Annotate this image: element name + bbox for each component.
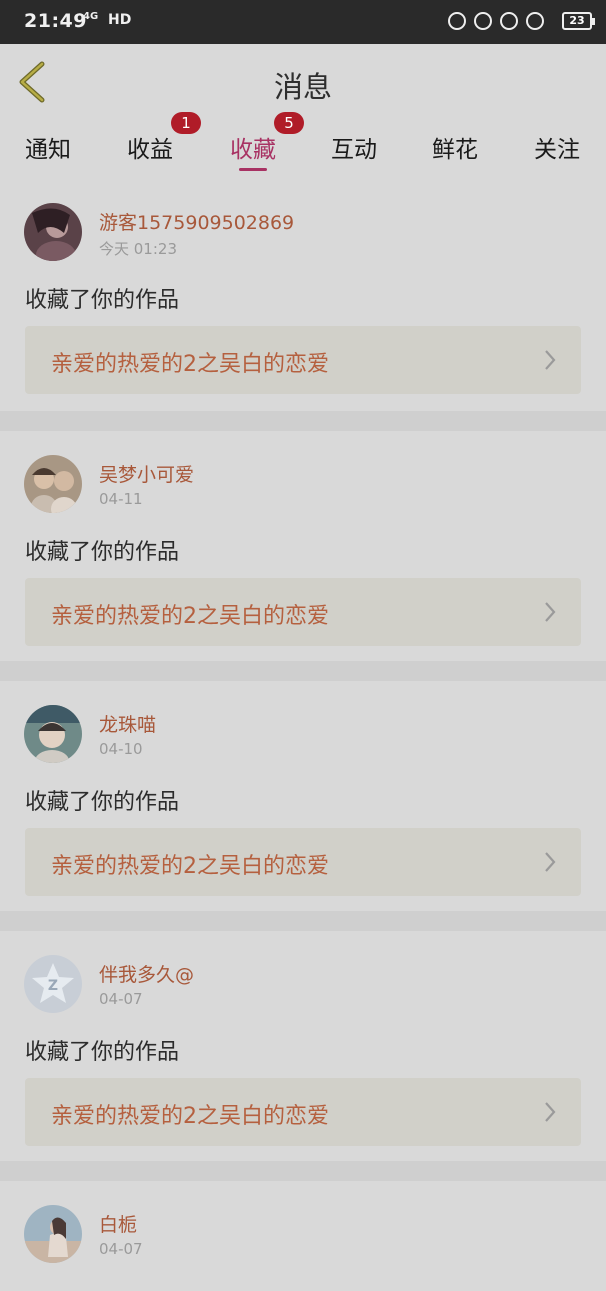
action-text: 收藏了你的作品 — [25, 540, 180, 565]
tab-favorites[interactable]: 收藏 5 — [230, 112, 304, 171]
chevron-right-icon — [545, 1102, 556, 1122]
active-tab-indicator — [239, 168, 267, 171]
message-list: 游客1575909502869 今天 01:23 收藏了你的作品 亲爱的热爱的2… — [0, 178, 606, 1291]
list-item[interactable]: 吴梦小可爱 04-11 收藏了你的作品 亲爱的热爱的2之吴白的恋爱 — [0, 431, 606, 681]
status-bar: 21:49 4G HD 23 — [0, 0, 606, 44]
chevron-right-icon — [545, 602, 556, 622]
work-title: 亲爱的热爱的2之吴白的恋爱 — [51, 1104, 329, 1129]
avatar-child-icon — [24, 705, 82, 763]
work-card[interactable]: 亲爱的热爱的2之吴白的恋爱 — [25, 1078, 581, 1146]
tab-label: 鲜花 — [432, 137, 478, 163]
action-text: 收藏了你的作品 — [25, 288, 180, 313]
battery-level: 23 — [569, 14, 585, 27]
nav-bar: 消息 — [0, 44, 606, 119]
status-icons — [448, 12, 544, 30]
list-item[interactable]: 龙珠喵 04-10 收藏了你的作品 亲爱的热爱的2之吴白的恋爱 — [0, 681, 606, 931]
tab-flowers[interactable]: 鲜花 — [432, 130, 478, 164]
unread-badge: 5 — [274, 112, 304, 134]
action-text: 收藏了你的作品 — [25, 1040, 180, 1065]
status-time: 21:49 — [24, 10, 87, 32]
username[interactable]: 龙珠喵 — [99, 710, 156, 737]
tab-bar: 通知 收益 1 收藏 5 互动 鲜花 关注 — [0, 112, 606, 178]
avatar[interactable] — [24, 203, 82, 261]
chevron-right-icon — [545, 852, 556, 872]
work-title: 亲爱的热爱的2之吴白的恋爱 — [51, 604, 329, 629]
avatar-girl-sky-icon — [24, 1205, 82, 1263]
vibrate-icon — [474, 12, 492, 30]
username[interactable]: 吴梦小可爱 — [99, 460, 194, 487]
svg-text:Z: Z — [48, 978, 58, 994]
lock-icon — [500, 12, 518, 30]
avatar[interactable]: Z — [24, 955, 82, 1013]
network-icon: 4G — [83, 11, 98, 22]
avatar-two-people-icon — [24, 455, 82, 513]
list-item[interactable]: Z 伴我多久@ 04-07 收藏了你的作品 亲爱的热爱的2之吴白的恋爱 — [0, 931, 606, 1181]
tab-label: 互动 — [331, 137, 377, 163]
work-card[interactable]: 亲爱的热爱的2之吴白的恋爱 — [25, 326, 581, 394]
tab-label: 收藏 — [230, 137, 276, 163]
action-text: 收藏了你的作品 — [25, 790, 180, 815]
avatar-dark-portrait-icon — [24, 203, 82, 261]
tab-interactions[interactable]: 互动 — [331, 130, 377, 164]
avatar[interactable] — [24, 705, 82, 763]
tab-earnings[interactable]: 收益 1 — [127, 112, 201, 164]
work-card[interactable]: 亲爱的热爱的2之吴白的恋爱 — [25, 828, 581, 896]
timestamp: 04-10 — [99, 740, 143, 758]
list-item[interactable]: 游客1575909502869 今天 01:23 收藏了你的作品 亲爱的热爱的2… — [0, 178, 606, 431]
unread-badge: 1 — [171, 112, 201, 134]
tab-label: 收益 — [127, 137, 173, 163]
data-saver-icon — [448, 12, 466, 30]
battery-icon: 23 — [562, 12, 595, 30]
timestamp: 04-07 — [99, 990, 143, 1008]
tab-follows[interactable]: 关注 — [534, 130, 580, 164]
username[interactable]: 伴我多久@ — [99, 960, 194, 987]
chevron-right-icon — [545, 350, 556, 370]
network-type: 4G — [83, 11, 99, 22]
avatar[interactable] — [24, 1205, 82, 1263]
timestamp: 04-07 — [99, 1240, 143, 1258]
username[interactable]: 白栀 — [99, 1210, 137, 1237]
list-item[interactable]: 白栀 04-07 — [0, 1181, 606, 1291]
tab-notifications[interactable]: 通知 — [25, 130, 71, 164]
work-card[interactable]: 亲爱的热爱的2之吴白的恋爱 — [25, 578, 581, 646]
alarm-icon — [526, 12, 544, 30]
username[interactable]: 游客1575909502869 — [99, 208, 294, 235]
avatar[interactable] — [24, 455, 82, 513]
tab-label: 通知 — [25, 137, 71, 163]
timestamp: 今天 01:23 — [99, 240, 177, 258]
hd-label: HD — [108, 12, 132, 28]
wifi-hd-icon: HD — [108, 12, 131, 28]
timestamp: 04-11 — [99, 490, 143, 508]
work-title: 亲爱的热爱的2之吴白的恋爱 — [51, 352, 329, 377]
work-title: 亲爱的热爱的2之吴白的恋爱 — [51, 854, 329, 879]
page-title: 消息 — [273, 70, 332, 104]
tab-label: 关注 — [534, 137, 580, 163]
avatar-qzone-default-icon: Z — [24, 955, 82, 1013]
